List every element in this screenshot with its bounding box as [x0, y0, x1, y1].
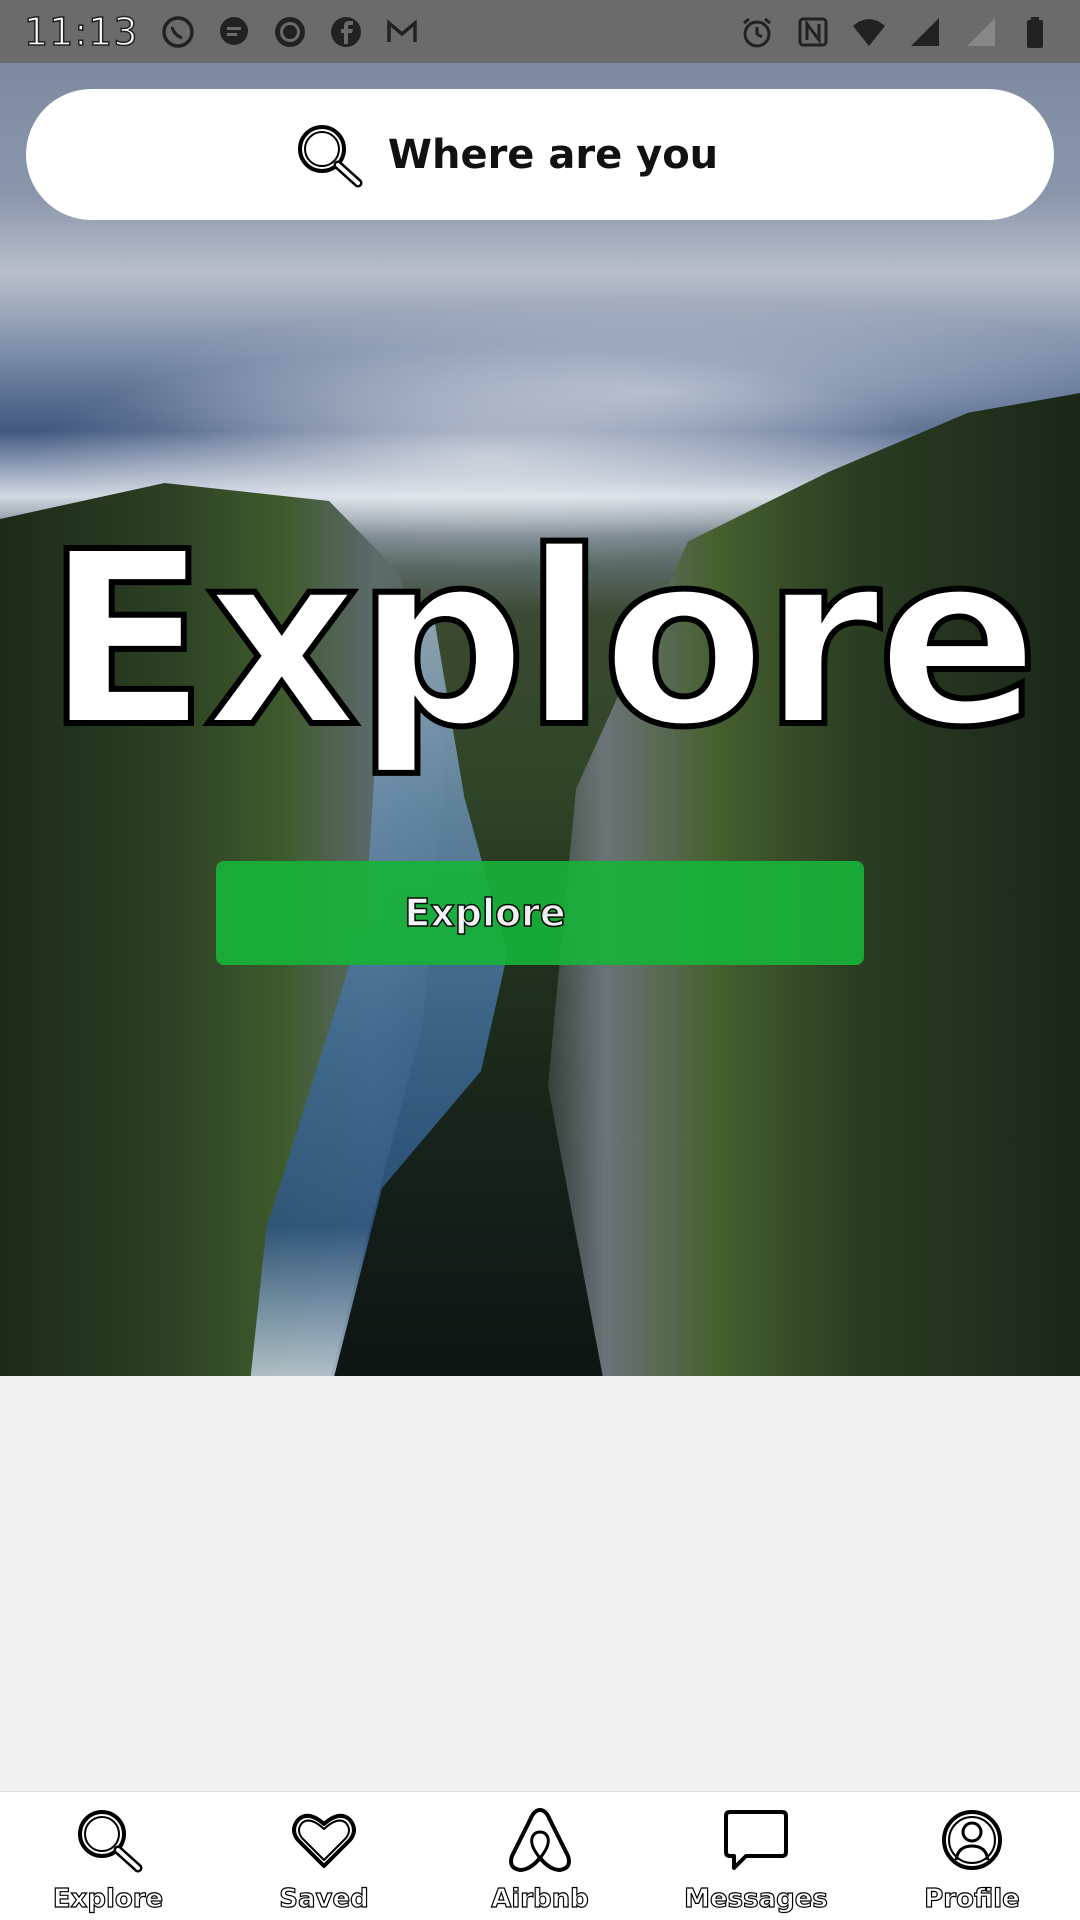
heart-icon	[288, 1804, 360, 1876]
explore-button-label: Explore	[404, 890, 567, 936]
nav-item-saved[interactable]: Saved	[216, 1792, 432, 1920]
signal-roaming-icon	[962, 13, 1000, 51]
nav-label: Saved	[279, 1883, 370, 1914]
search-icon	[72, 1804, 144, 1876]
gmail-icon	[383, 13, 421, 51]
nfc-icon	[794, 13, 832, 51]
nav-item-explore[interactable]: Explore	[0, 1792, 216, 1920]
nav-label: Explore	[52, 1883, 164, 1914]
search-icon	[292, 119, 364, 191]
signal-icon	[906, 13, 944, 51]
system-icons	[738, 13, 1056, 51]
wifi-icon	[850, 13, 888, 51]
status-bar: 11:13	[0, 0, 1080, 63]
message-icon	[720, 1804, 792, 1876]
notification-icons	[159, 13, 421, 51]
whatsapp-icon	[159, 13, 197, 51]
nav-label: Messages	[684, 1883, 829, 1914]
search-bar[interactable]: Where are you	[26, 89, 1054, 220]
alarm-icon	[738, 13, 776, 51]
nav-item-airbnb[interactable]: Airbnb	[432, 1792, 648, 1920]
profile-icon	[936, 1804, 1008, 1876]
chat-icon	[215, 13, 253, 51]
search-input[interactable]: Where are you	[388, 132, 788, 178]
ring-icon	[271, 13, 309, 51]
explore-button[interactable]: Explore	[216, 861, 864, 965]
facebook-icon	[327, 13, 365, 51]
hero-title: Explore	[42, 500, 1043, 780]
bottom-navigation: Explore Saved Airbnb Messages Profile	[0, 1791, 1080, 1920]
nav-label: Airbnb	[491, 1883, 590, 1914]
nav-label: Profile	[924, 1883, 1021, 1914]
nav-item-profile[interactable]: Profile	[864, 1792, 1080, 1920]
battery-icon	[1018, 13, 1056, 51]
nav-item-messages[interactable]: Messages	[648, 1792, 864, 1920]
airbnb-logo-icon	[504, 1804, 576, 1876]
status-time: 11:13	[23, 9, 139, 55]
